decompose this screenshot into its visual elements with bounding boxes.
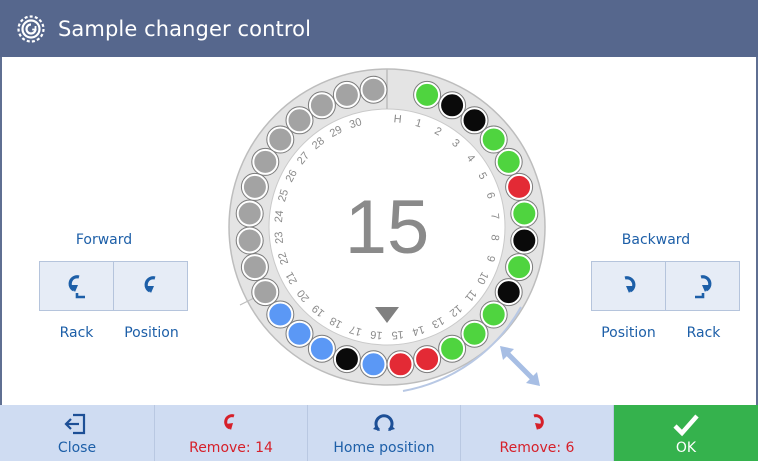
backward-heading: Backward [621, 232, 691, 248]
position-number-label: 7 [488, 213, 501, 220]
sample-position-9[interactable] [506, 254, 533, 281]
sample-position-10[interactable] [495, 279, 522, 306]
backward-panel: Backward Position Rack [576, 57, 746, 405]
forward-position-label: Position [124, 325, 179, 341]
sample-position-20[interactable] [267, 301, 294, 328]
checkmark-icon [673, 414, 699, 437]
sample-position-16[interactable] [360, 351, 387, 378]
sample-position-1[interactable] [414, 81, 441, 108]
sample-position-19[interactable] [286, 320, 313, 347]
sample-position-24[interactable] [236, 200, 263, 227]
sample-position-15[interactable] [387, 351, 414, 378]
sample-position-23[interactable] [236, 227, 263, 254]
remove-14-label: Remove: 14 [189, 440, 273, 456]
rotate-cw-remove-icon [533, 414, 544, 430]
exit-icon [64, 413, 86, 435]
sample-position-5[interactable] [495, 148, 522, 175]
position-number-label: 23 [273, 231, 286, 244]
sample-position-4[interactable] [480, 126, 507, 153]
forward-panel: Forward Rack Position [24, 57, 194, 405]
sample-position-30[interactable] [333, 81, 360, 108]
sample-position-3[interactable] [461, 107, 488, 134]
forward-buttons [39, 261, 189, 311]
sample-position-26[interactable] [252, 148, 279, 175]
forward-rack-label: Rack [59, 325, 94, 341]
sample-position-home-end[interactable] [360, 76, 387, 103]
backward-rack-label: Rack [686, 325, 721, 341]
remove-14-button[interactable]: Remove: 14 [154, 405, 307, 461]
forward-rack-button[interactable] [39, 261, 114, 311]
position-number-label: 8 [488, 234, 501, 241]
sample-changer-window: Sample changer control Forward Rack Posi… [0, 0, 758, 461]
close-label: Close [57, 440, 97, 456]
backward-button-labels: Position Rack [591, 325, 741, 341]
rotate-ccw-rack-icon [68, 275, 85, 299]
sample-position-13[interactable] [439, 335, 466, 362]
title-bar: Sample changer control [0, 0, 758, 57]
sample-position-27[interactable] [267, 126, 294, 153]
bottom-toolbar: Close Remove: 14 Home position Remove: 6 [0, 405, 758, 461]
sample-position-28[interactable] [286, 107, 313, 134]
home-rotate-icon [373, 414, 395, 432]
sample-position-12[interactable] [461, 320, 488, 347]
forward-position-button[interactable] [113, 261, 188, 311]
sample-position-21[interactable] [252, 279, 279, 306]
backward-position-label: Position [601, 325, 656, 341]
backward-rack-button[interactable] [665, 261, 740, 311]
sample-position-8[interactable] [511, 227, 538, 254]
position-number-label: 24 [273, 210, 286, 223]
sample-position-11[interactable] [480, 301, 507, 328]
home-position-label: Home position [333, 440, 435, 456]
rotate-cw-rack-icon [694, 275, 711, 299]
position-number-label: 15 [391, 328, 404, 341]
remove-6-button[interactable]: Remove: 6 [460, 405, 613, 461]
window-title: Sample changer control [58, 16, 312, 41]
forward-button-labels: Rack Position [39, 325, 189, 341]
home-position-button[interactable]: Home position [307, 405, 460, 461]
sample-position-25[interactable] [241, 173, 268, 200]
rotate-ccw-remove-icon [224, 414, 235, 430]
forward-heading: Forward [75, 232, 133, 248]
ok-button[interactable]: OK [613, 405, 758, 461]
backward-buttons [591, 261, 741, 311]
sample-position-22[interactable] [241, 254, 268, 281]
sample-position-2[interactable] [439, 92, 466, 119]
drag-rotate-icon[interactable] [500, 346, 540, 386]
ok-label: OK [675, 440, 697, 456]
rotate-ccw-icon [144, 276, 155, 293]
sample-position-14[interactable] [414, 346, 441, 373]
sample-carousel: H 123456789101112131415161718192021222324… [228, 68, 546, 392]
rotate-cw-icon [624, 276, 635, 293]
sample-position-17[interactable] [333, 346, 360, 373]
position-number-label: H [393, 113, 402, 126]
sample-position-18[interactable] [308, 335, 335, 362]
position-number-label: 16 [370, 328, 383, 341]
current-position-number: 15 [345, 185, 430, 270]
sample-position-7[interactable] [511, 200, 538, 227]
content-area: Forward Rack Position H 1 2 3 4 5 6 7 8 … [0, 57, 758, 405]
sample-position-6[interactable] [506, 173, 533, 200]
sample-position-29[interactable] [308, 92, 335, 119]
backward-position-button[interactable] [591, 261, 666, 311]
remove-6-label: Remove: 6 [499, 440, 575, 456]
close-button[interactable]: Close [0, 405, 154, 461]
changer-gear-icon [17, 14, 45, 43]
